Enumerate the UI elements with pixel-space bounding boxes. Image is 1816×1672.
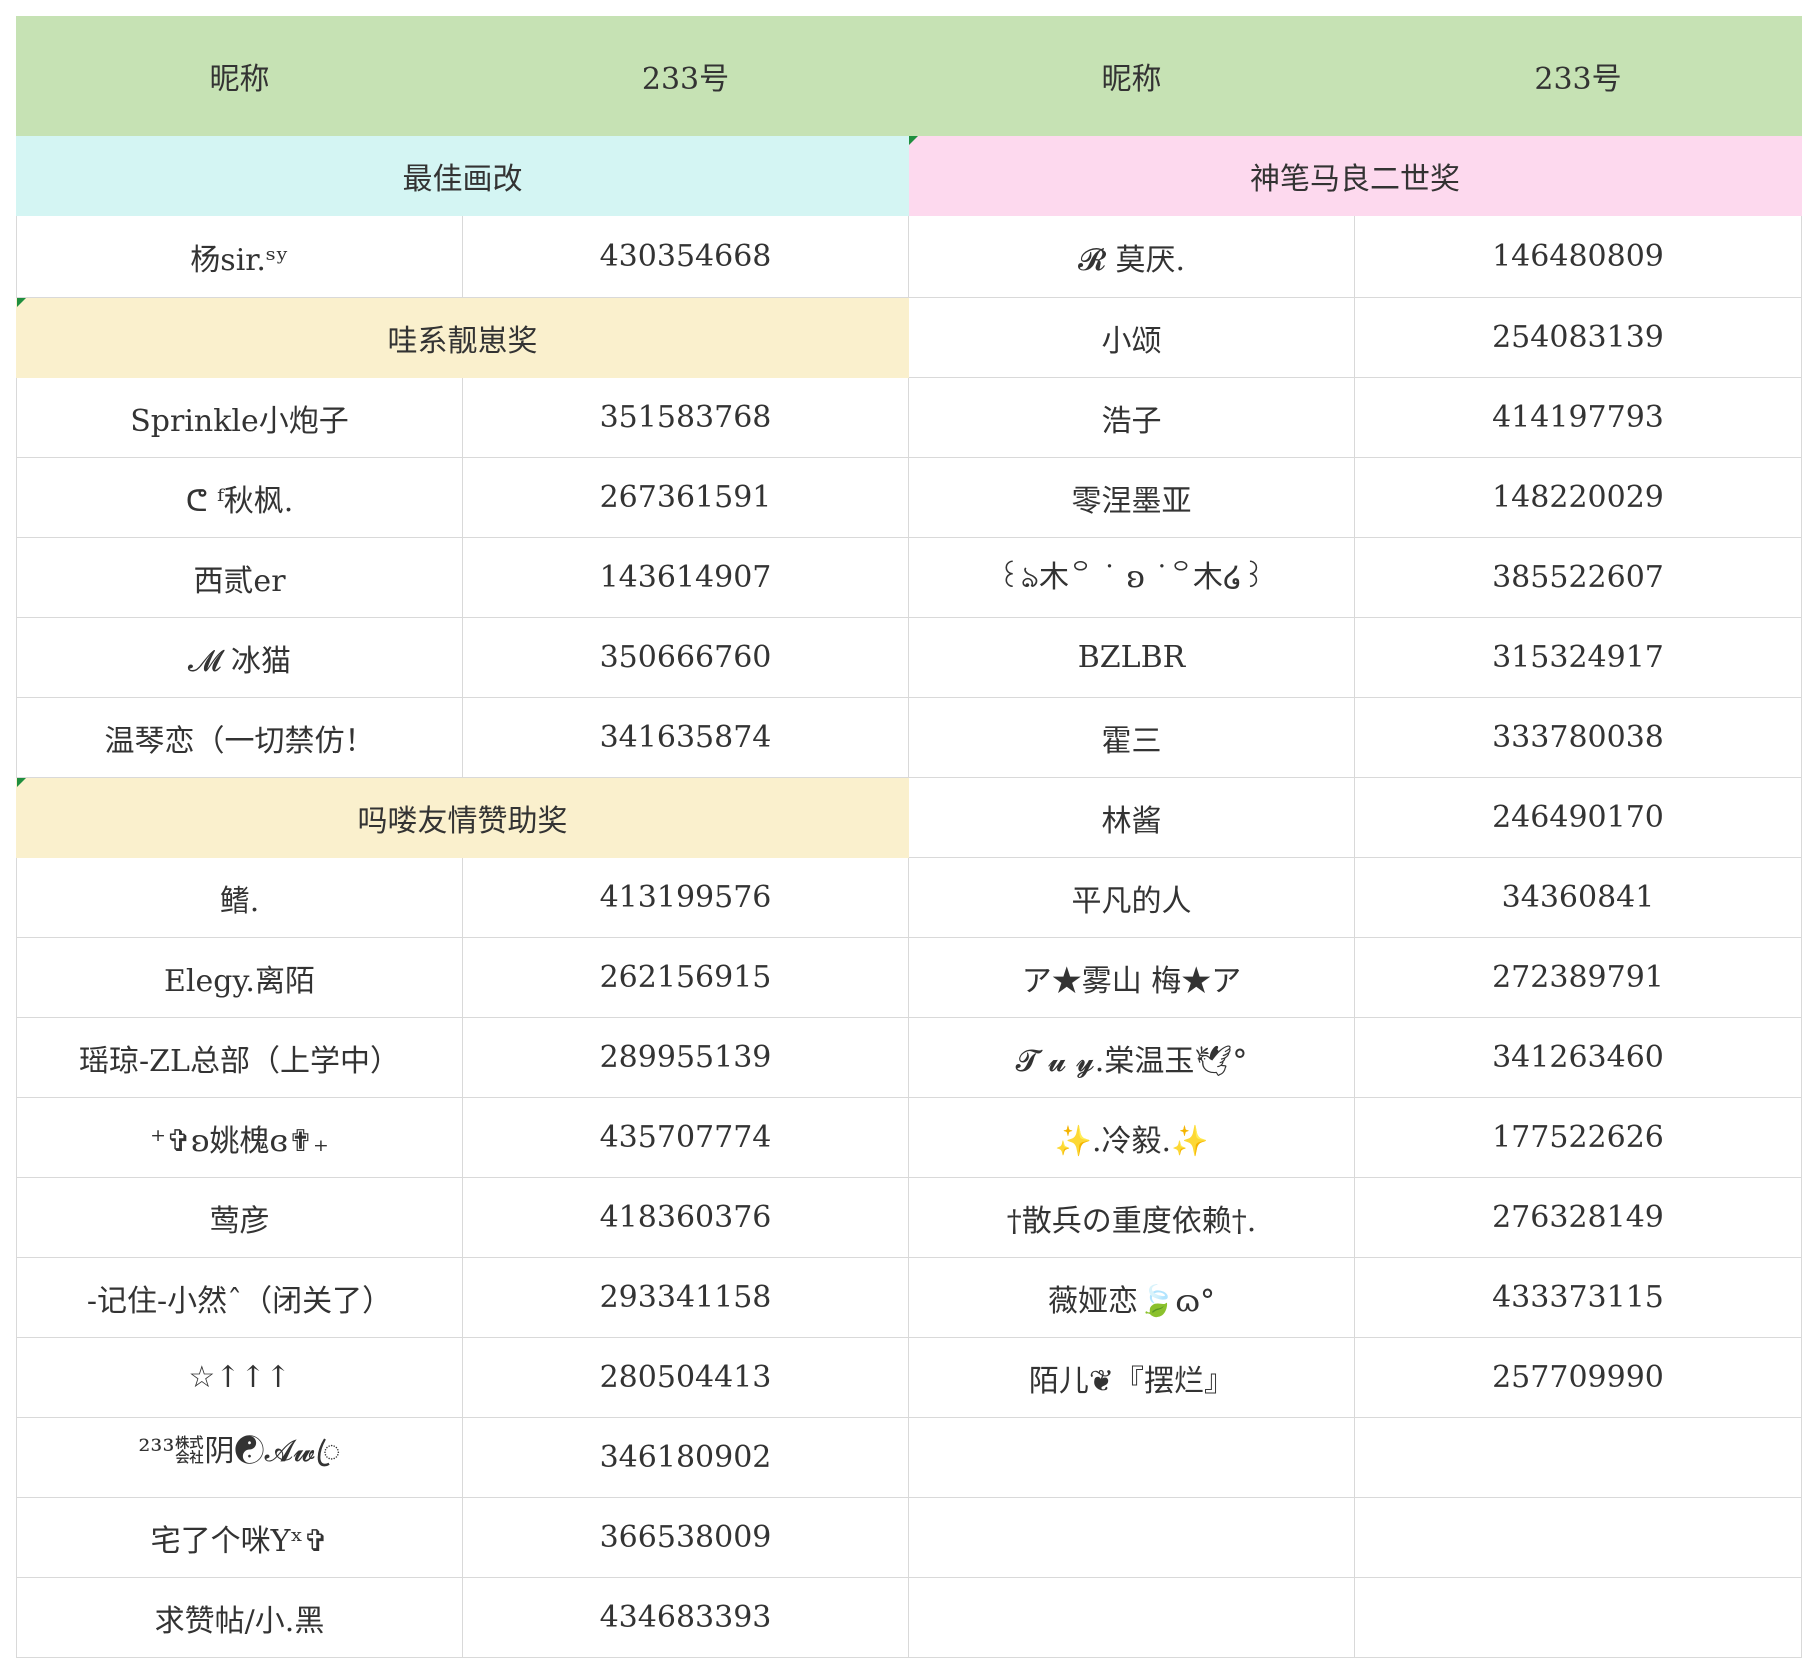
nickname-cell[interactable]: ²³³㍿阴☯𝓐𝔀ꦿ: [16, 1417, 463, 1498]
id-cell[interactable]: 280504413: [462, 1337, 909, 1418]
nickname-cell[interactable]: Elegy.离陌: [16, 937, 463, 1018]
table-row: 哇系靓崽奖 小颂 254083139: [16, 297, 1802, 378]
nickname-cell[interactable]: 鳍.: [16, 857, 463, 938]
table-row: 西贰er 143614907 ꒰ঌ木꒪ ˙ ʚ ˙꒪木໒꒱ 385522607: [16, 537, 1802, 618]
id-cell[interactable]: 272389791: [1354, 937, 1802, 1018]
nickname-cell[interactable]: 瑶琼-ZL总部（上学中）: [16, 1017, 463, 1098]
nickname-cell[interactable]: 平凡的人: [908, 857, 1355, 938]
header-nickname-right[interactable]: 昵称: [908, 16, 1355, 136]
nickname-cell[interactable]: ᕦ ᶠ秋枫.: [16, 457, 463, 538]
nickname-cell[interactable]: ☆↑↑↑: [16, 1337, 463, 1418]
id-cell[interactable]: 435707774: [462, 1097, 909, 1178]
id-cell[interactable]: 34360841: [1354, 857, 1802, 938]
award-wah-cute[interactable]: 哇系靓崽奖: [16, 297, 909, 378]
table-row: ☆↑↑↑ 280504413 陌儿❦『摆烂』 257709990: [16, 1337, 1802, 1418]
table-row: 温琴恋（一切禁仿！ 341635874 霍三 333780038: [16, 697, 1802, 778]
nickname-cell[interactable]: 莺彦: [16, 1177, 463, 1258]
table-row: 鳍. 413199576 平凡的人 34360841: [16, 857, 1802, 938]
table-row: ⁺✞ʚ姚槐ɞ✟₊ 435707774 ✨.冷毅.✨ 177522626: [16, 1097, 1802, 1178]
id-cell[interactable]: 246490170: [1354, 777, 1802, 858]
empty-cell[interactable]: [1354, 1417, 1802, 1498]
header-id-left[interactable]: 233号: [462, 16, 909, 136]
table-row: Elegy.离陌 262156915 ア★雾山 梅★ア 272389791: [16, 937, 1802, 1018]
nickname-cell[interactable]: 浩子: [908, 377, 1355, 458]
id-cell[interactable]: 289955139: [462, 1017, 909, 1098]
id-cell[interactable]: 385522607: [1354, 537, 1802, 618]
table-row: 莺彦 418360376 †散兵の重度依赖†. 276328149: [16, 1177, 1802, 1258]
header-id-right[interactable]: 233号: [1354, 16, 1802, 136]
id-cell[interactable]: 143614907: [462, 537, 909, 618]
id-cell[interactable]: 350666760: [462, 617, 909, 698]
nickname-cell[interactable]: ア★雾山 梅★ア: [908, 937, 1355, 1018]
table-row: 吗喽友情赞助奖 林酱 246490170: [16, 777, 1802, 858]
header-row: 昵称 233号 昵称 233号: [16, 16, 1802, 136]
nickname-cell[interactable]: ⁺✞ʚ姚槐ɞ✟₊: [16, 1097, 463, 1178]
id-cell[interactable]: 257709990: [1354, 1337, 1802, 1418]
nickname-cell[interactable]: 零涅墨亚: [908, 457, 1355, 538]
nickname-cell[interactable]: 西贰er: [16, 537, 463, 618]
id-cell[interactable]: 177522626: [1354, 1097, 1802, 1178]
table-row: 𝓜 冰猫 350666760 BZLBR 315324917: [16, 617, 1802, 698]
nickname-cell[interactable]: 温琴恋（一切禁仿！: [16, 697, 463, 778]
id-cell[interactable]: 366538009: [462, 1497, 909, 1578]
empty-cell[interactable]: [908, 1417, 1355, 1498]
nickname-cell[interactable]: 宅了个咪Yˣ✞: [16, 1497, 463, 1578]
id-cell[interactable]: 346180902: [462, 1417, 909, 1498]
id-cell[interactable]: 418360376: [462, 1177, 909, 1258]
id-cell[interactable]: 333780038: [1354, 697, 1802, 778]
header-nickname-left[interactable]: 昵称: [16, 16, 463, 136]
nickname-cell[interactable]: 𝓣 𝓾 𝔂.棠温玉🕊°: [908, 1017, 1355, 1098]
table-row: 求赞帖/小.黑 434683393: [16, 1577, 1802, 1658]
nickname-cell[interactable]: 薇娅恋🍃ɷ°: [908, 1257, 1355, 1338]
nickname-cell[interactable]: Sprinkle小炮子: [16, 377, 463, 458]
nickname-cell[interactable]: BZLBR: [908, 617, 1355, 698]
nickname-cell[interactable]: 𝓡 莫厌.: [908, 215, 1355, 298]
table-row: ᕦ ᶠ秋枫. 267361591 零涅墨亚 148220029: [16, 457, 1802, 538]
id-cell[interactable]: 430354668: [462, 215, 909, 298]
table-row: Sprinkle小炮子 351583768 浩子 414197793: [16, 377, 1802, 458]
nickname-cell[interactable]: 林酱: [908, 777, 1355, 858]
id-cell[interactable]: 351583768: [462, 377, 909, 458]
table-row: 瑶琼-ZL总部（上学中） 289955139 𝓣 𝓾 𝔂.棠温玉🕊° 34126…: [16, 1017, 1802, 1098]
table-row: ²³³㍿阴☯𝓐𝔀ꦿ 346180902: [16, 1417, 1802, 1498]
table-row: -记住-小然ˆ（闭关了） 293341158 薇娅恋🍃ɷ° 433373115: [16, 1257, 1802, 1338]
award-malou-friendship[interactable]: 吗喽友情赞助奖: [16, 777, 909, 858]
id-cell[interactable]: 293341158: [462, 1257, 909, 1338]
table-row: 最佳画改 神笔马良二世奖: [16, 135, 1802, 216]
nickname-cell[interactable]: †散兵の重度依赖†.: [908, 1177, 1355, 1258]
nickname-cell[interactable]: -记住-小然ˆ（闭关了）: [16, 1257, 463, 1338]
id-cell[interactable]: 254083139: [1354, 297, 1802, 378]
award-shenbi[interactable]: 神笔马良二世奖: [908, 135, 1802, 216]
nickname-cell[interactable]: 小颂: [908, 297, 1355, 378]
empty-cell[interactable]: [1354, 1497, 1802, 1578]
nickname-cell[interactable]: 霍三: [908, 697, 1355, 778]
nickname-cell[interactable]: 求赞帖/小.黑: [16, 1577, 463, 1658]
id-cell[interactable]: 414197793: [1354, 377, 1802, 458]
nickname-cell[interactable]: ✨.冷毅.✨: [908, 1097, 1355, 1178]
nickname-cell[interactable]: 杨sir.ˢʸ: [16, 215, 463, 298]
award-table: 昵称 233号 昵称 233号 最佳画改 神笔马良二世奖 杨sir.ˢʸ 430…: [16, 16, 1802, 1658]
table-row: 杨sir.ˢʸ 430354668 𝓡 莫厌. 146480809: [16, 215, 1802, 298]
nickname-cell[interactable]: 陌儿❦『摆烂』: [908, 1337, 1355, 1418]
award-best-redraw[interactable]: 最佳画改: [16, 135, 909, 216]
id-cell[interactable]: 148220029: [1354, 457, 1802, 538]
nickname-cell[interactable]: 𝓜 冰猫: [16, 617, 463, 698]
id-cell[interactable]: 262156915: [462, 937, 909, 1018]
id-cell[interactable]: 434683393: [462, 1577, 909, 1658]
empty-cell[interactable]: [908, 1577, 1355, 1658]
id-cell[interactable]: 433373115: [1354, 1257, 1802, 1338]
id-cell[interactable]: 341263460: [1354, 1017, 1802, 1098]
id-cell[interactable]: 315324917: [1354, 617, 1802, 698]
id-cell[interactable]: 276328149: [1354, 1177, 1802, 1258]
table-row: 宅了个咪Yˣ✞ 366538009: [16, 1497, 1802, 1578]
id-cell[interactable]: 267361591: [462, 457, 909, 538]
id-cell[interactable]: 146480809: [1354, 215, 1802, 298]
id-cell[interactable]: 341635874: [462, 697, 909, 778]
nickname-cell[interactable]: ꒰ঌ木꒪ ˙ ʚ ˙꒪木໒꒱: [908, 537, 1355, 618]
id-cell[interactable]: 413199576: [462, 857, 909, 938]
empty-cell[interactable]: [1354, 1577, 1802, 1658]
empty-cell[interactable]: [908, 1497, 1355, 1578]
